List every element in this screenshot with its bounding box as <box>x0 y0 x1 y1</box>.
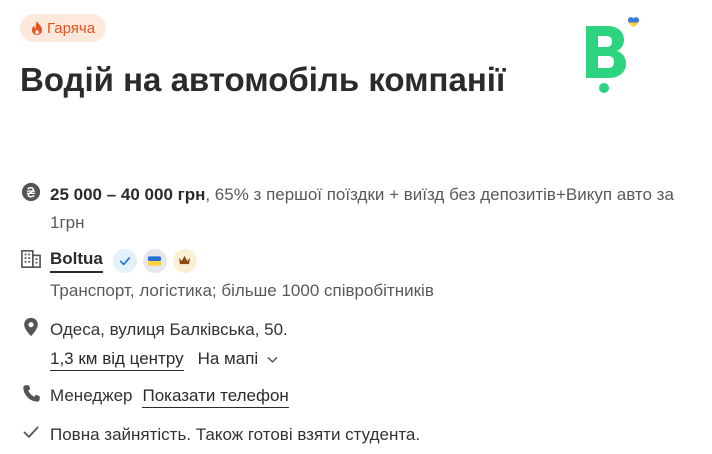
crown-icon[interactable] <box>172 248 197 273</box>
company-name-link[interactable]: Boltua <box>50 248 103 273</box>
company-logo[interactable] <box>578 14 642 94</box>
employment-row: Повна зайнятість. Також готові взяти сту… <box>20 421 692 449</box>
contact-role: Менеджер <box>50 386 133 405</box>
map-pin-icon <box>20 316 42 338</box>
check-icon <box>20 421 42 443</box>
ukraine-heart-icon <box>628 17 639 27</box>
building-icon <box>20 248 42 270</box>
hot-badge-label: Гаряча <box>47 19 96 37</box>
contact-row: Менеджер Показати телефон <box>20 382 692 410</box>
company-row: Boltua Транспорт, логістика; більше 1000… <box>20 248 692 305</box>
show-phone-link[interactable]: Показати телефон <box>142 385 289 408</box>
hot-badge: Гаряча <box>20 14 107 42</box>
employment-text: Повна зайнятість. Також готові взяти сту… <box>50 425 421 444</box>
map-link-label: На мапі <box>197 349 259 368</box>
salary-amount: 25 000 – 40 000 грн <box>50 185 206 204</box>
address-text: Одеса, вулиця Балківська, 50. <box>50 320 288 339</box>
show-on-map-button[interactable]: На мапі <box>198 345 278 373</box>
salary-row: 25 000 – 40 000 грн, 65% з першої поїздк… <box>20 181 692 237</box>
phone-icon <box>20 382 42 404</box>
ukraine-flag-icon[interactable] <box>142 248 167 273</box>
verified-check-icon[interactable] <box>112 248 137 273</box>
fire-icon <box>32 21 42 35</box>
location-row: Одеса, вулиця Балківська, 50. 1,3 км від… <box>20 316 692 373</box>
job-title: Водій на автомобіль компанії <box>20 61 506 98</box>
distance-link[interactable]: 1,3 км від центру <box>50 348 184 371</box>
hryvnia-icon <box>20 181 42 203</box>
chevron-down-icon <box>267 356 278 363</box>
company-description: Транспорт, логістика; більше 1000 співро… <box>50 281 434 300</box>
